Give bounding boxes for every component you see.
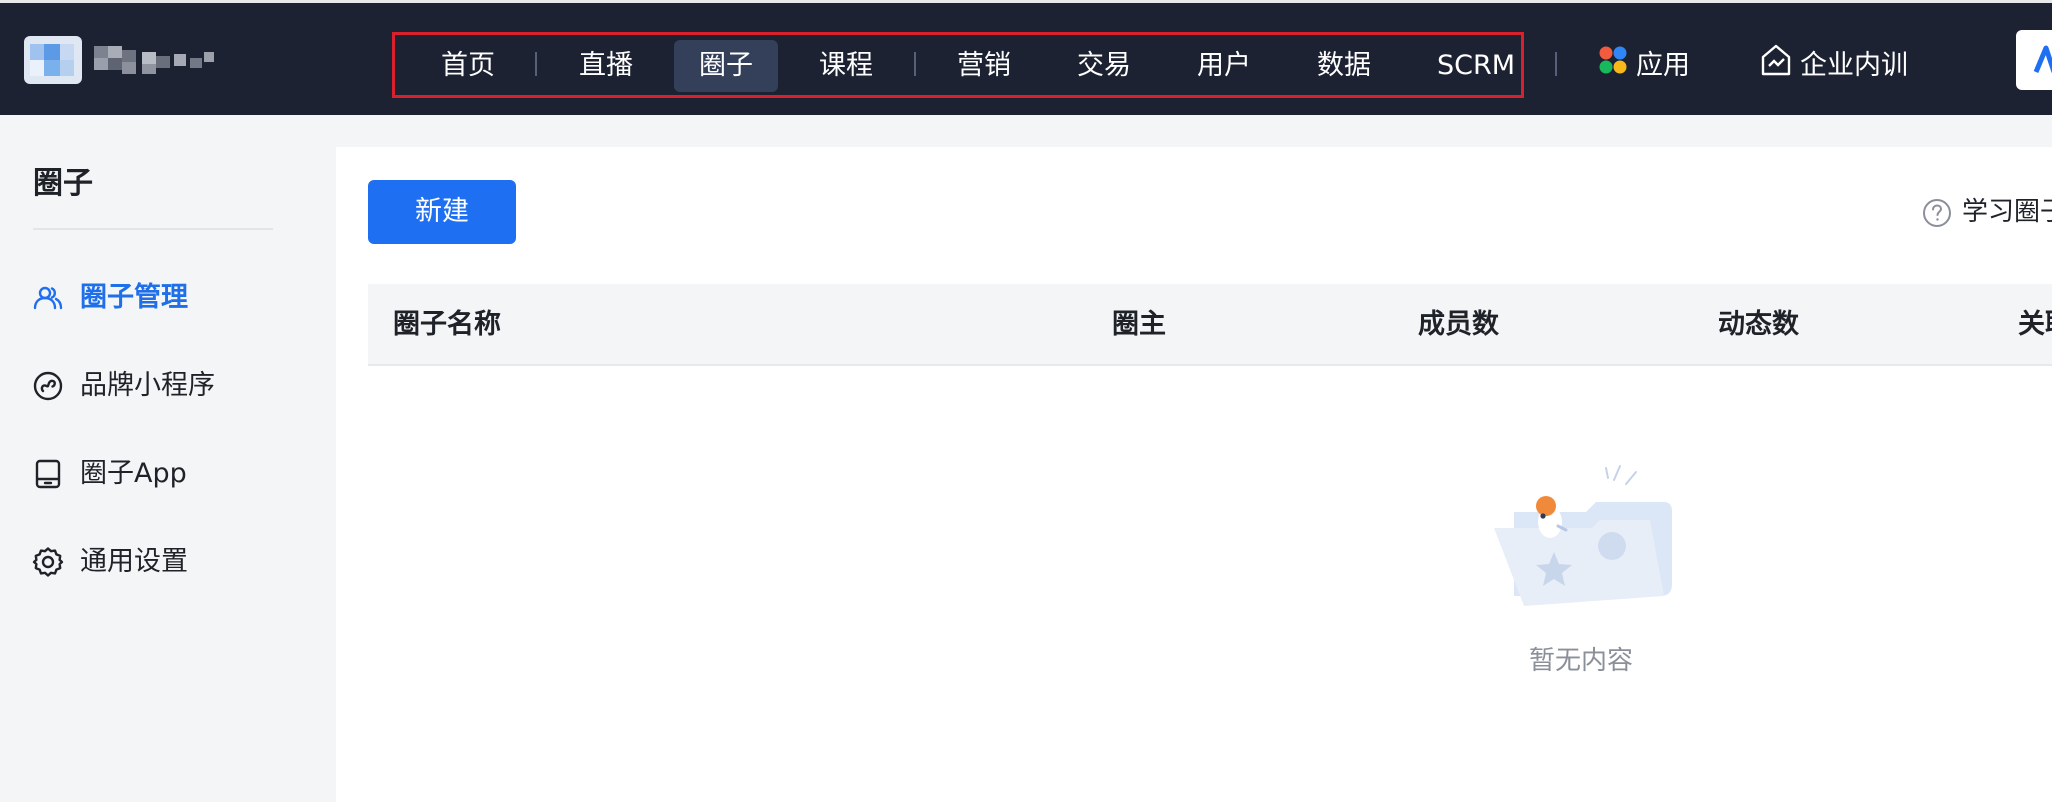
nav-separator [535,52,537,76]
nav-item-apps[interactable]: 应用 [1636,40,1700,92]
brand-mark-icon [2033,45,2052,73]
nav-item-live[interactable]: 直播 [566,40,646,92]
empty-state-text: 暂无内容 [1528,646,1633,676]
nav-item-marketing[interactable]: 营销 [944,40,1024,92]
column-header-post-count: 动态数 [1718,309,1799,340]
nav-item-home[interactable]: 首页 [428,40,508,92]
main-content-panel [336,147,2052,802]
gear-icon [32,547,64,577]
column-header-circle-name: 圈子名称 [393,309,501,340]
learn-circle-link[interactable]: 学习圈子 [1962,194,2052,230]
sidebar-title: 圈子 [33,166,93,201]
empty-state-illustration [1494,465,1672,606]
org-name-redacted [94,46,214,74]
sidebar-item-label: 通用设置 [80,546,188,577]
window-top-edge [0,0,2052,3]
sidebar-divider [33,228,273,230]
nav-item-courses[interactable]: 课程 [806,40,886,92]
sidebar-item-label: 圈子管理 [80,282,188,313]
column-header-linked: 关联 [2018,309,2052,340]
nav-item-circle[interactable]: 圈子 [674,40,778,92]
mini-program-icon [33,371,63,401]
column-header-owner: 圈主 [1112,309,1166,340]
tablet-icon [35,459,61,489]
training-icon[interactable] [1760,43,1792,77]
nav-item-scrm[interactable]: SCRM [1428,40,1524,92]
sidebar-item-label: 品牌小程序 [80,370,215,401]
table-header [368,284,2052,366]
nav-separator [1555,52,1557,76]
users-icon [33,286,63,310]
column-header-member-count: 成员数 [1418,309,1499,340]
nav-item-transactions[interactable]: 交易 [1064,40,1144,92]
apps-icon[interactable] [1598,45,1628,75]
org-logo-icon[interactable] [24,36,82,84]
nav-item-corporate-training[interactable]: 企业内训 [1800,40,1920,92]
nav-item-users[interactable]: 用户 [1184,40,1264,92]
nav-item-data[interactable]: 数据 [1304,40,1384,92]
new-circle-button[interactable]: 新建 [368,180,516,244]
nav-separator [914,52,916,76]
help-icon[interactable] [1922,198,1952,228]
sidebar-item-label: 圈子App [80,458,187,489]
